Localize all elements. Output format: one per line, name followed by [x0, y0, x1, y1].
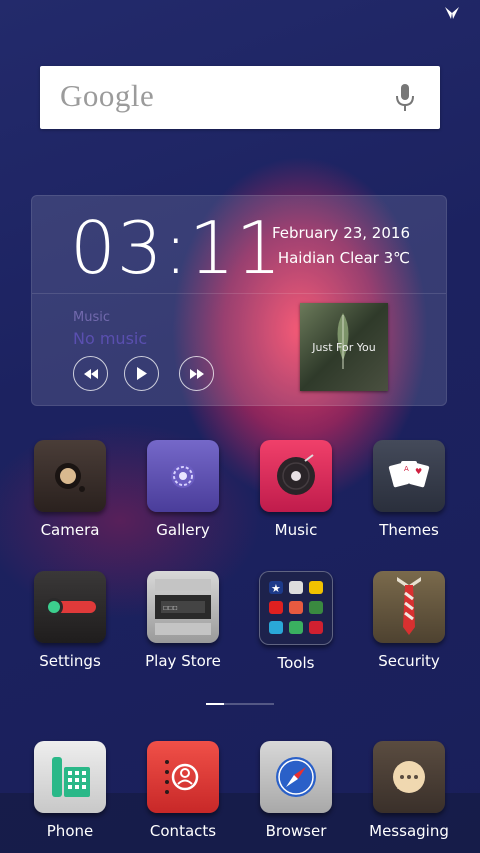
svg-text:☐☐☐: ☐☐☐: [163, 603, 178, 612]
app-settings[interactable]: Settings: [20, 571, 120, 670]
svg-text:A: A: [404, 465, 409, 473]
svg-text:♥: ♥: [415, 467, 422, 476]
play-icon: [137, 367, 147, 380]
weather-text[interactable]: Haidian Clear 3℃: [278, 249, 410, 267]
app-label: Phone: [46, 822, 94, 840]
status-bird-icon: [445, 7, 459, 19]
google-search-bar[interactable]: Google: [40, 66, 440, 129]
app-camera[interactable]: Camera: [20, 440, 120, 539]
fast-forward-button[interactable]: [179, 356, 214, 391]
dock-phone[interactable]: Phone: [20, 741, 120, 840]
clock-time[interactable]: 03:11: [70, 206, 283, 290]
contacts-icon: [147, 741, 219, 813]
music-label: Music: [73, 310, 110, 325]
app-label: Settings: [39, 652, 101, 670]
music-title: No music: [73, 329, 148, 348]
widget-divider: [32, 293, 446, 294]
themes-icon: A ♥: [373, 440, 445, 512]
security-icon: [373, 571, 445, 643]
music-icon: [260, 440, 332, 512]
app-label: Browser: [265, 822, 327, 840]
camera-icon: [34, 440, 106, 512]
dock-browser[interactable]: Browser: [246, 741, 346, 840]
app-security[interactable]: Security: [359, 571, 459, 670]
rewind-icon: [83, 368, 98, 379]
app-themes[interactable]: A ♥ Themes: [359, 440, 459, 539]
app-gallery[interactable]: Gallery: [133, 440, 233, 539]
app-label: Music: [274, 521, 318, 539]
fast-forward-icon: [189, 368, 204, 379]
app-tools-folder[interactable]: ★ Tools: [246, 571, 346, 672]
svg-text:★: ★: [271, 582, 281, 595]
app-label: Contacts: [149, 822, 217, 840]
mic-icon[interactable]: [394, 83, 416, 113]
rewind-button[interactable]: [73, 356, 108, 391]
gallery-icon: [147, 440, 219, 512]
play-button[interactable]: [124, 356, 159, 391]
app-play-store[interactable]: ☐☐☐ Play Store: [133, 571, 233, 670]
tools-folder-icon: ★: [259, 571, 333, 645]
app-label: Play Store: [145, 652, 221, 670]
page-indicator: [206, 703, 274, 705]
dock-messaging[interactable]: Messaging: [359, 741, 459, 840]
app-label: Security: [378, 652, 440, 670]
page-indicator-active: [206, 703, 224, 705]
app-label: Tools: [277, 654, 315, 672]
clock-music-widget: 03:11 February 23, 2016 Haidian Clear 3℃…: [31, 195, 447, 406]
app-label: Messaging: [369, 822, 449, 840]
messaging-icon: [373, 741, 445, 813]
app-label: Themes: [379, 521, 439, 539]
play-store-icon: ☐☐☐: [147, 571, 219, 643]
album-title: Just For You: [312, 340, 376, 354]
app-label: Gallery: [156, 521, 210, 539]
app-label: Camera: [40, 521, 100, 539]
dock-contacts[interactable]: Contacts: [133, 741, 233, 840]
settings-icon: [34, 571, 106, 643]
browser-icon: [260, 741, 332, 813]
google-logo: Google: [60, 78, 155, 113]
phone-icon: [34, 741, 106, 813]
app-music[interactable]: Music: [246, 440, 346, 539]
album-art[interactable]: Just For You: [300, 303, 388, 391]
date-text: February 23, 2016: [271, 224, 410, 242]
